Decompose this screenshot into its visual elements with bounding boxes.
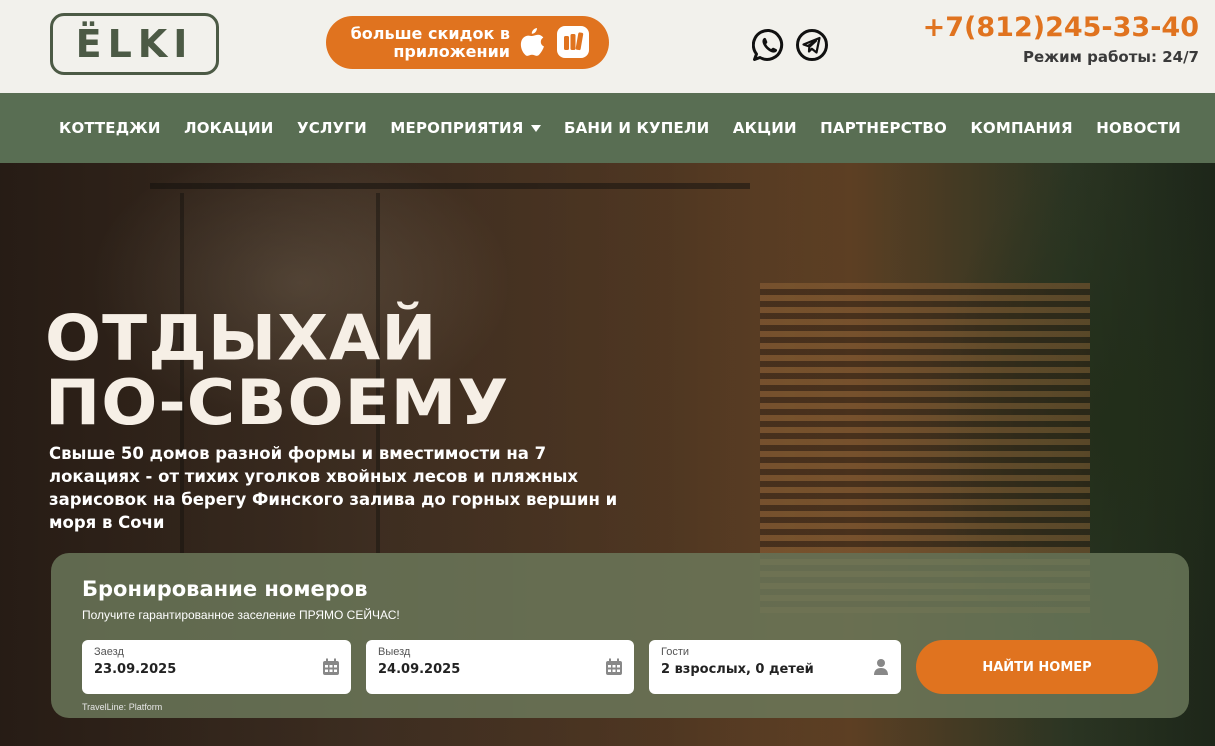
hero-section: ОТДЫХАЙ ПО-СВОЕМУ Свыше 50 домов разной … — [0, 163, 1215, 746]
checkout-field[interactable]: Выезд 24.09.2025 — [366, 640, 634, 694]
logo-text: ЁLKI — [75, 22, 194, 66]
main-nav: КОТТЕДЖИ ЛОКАЦИИ УСЛУГИ МЕРОПРИЯТИЯ БАНИ… — [0, 93, 1215, 163]
calendar-icon[interactable] — [321, 657, 341, 677]
app-promo-line2: приложении — [393, 41, 510, 61]
nav-label: НОВОСТИ — [1096, 119, 1181, 137]
logo[interactable]: ЁLKI — [50, 13, 219, 75]
checkin-label: Заезд — [94, 646, 124, 658]
hero-title-line2: ПО-СВОЕМУ — [45, 366, 510, 440]
nav-label: КОМПАНИЯ — [970, 119, 1073, 137]
hero-title-line1: ОТДЫХАЙ — [45, 301, 438, 375]
checkout-value: 24.09.2025 — [378, 662, 461, 677]
site-header: ЁLKI больше скидок в приложении +7(812)2… — [0, 0, 1215, 93]
nav-item-cottages[interactable]: КОТТЕДЖИ — [59, 119, 161, 137]
nav-item-locations[interactable]: ЛОКАЦИИ — [184, 119, 274, 137]
app-promo-text: больше скидок в приложении — [350, 23, 510, 61]
guests-value: 2 взрослых, 0 детей — [661, 662, 814, 677]
nav-label: МЕРОПРИЯТИЯ — [390, 119, 524, 137]
nav-item-events[interactable]: МЕРОПРИЯТИЯ — [390, 119, 541, 137]
nav-label: УСЛУГИ — [297, 119, 367, 137]
telegram-icon[interactable] — [795, 28, 829, 62]
hero-title: ОТДЫХАЙ ПО-СВОЕМУ — [45, 306, 509, 435]
checkin-value: 23.09.2025 — [94, 662, 177, 677]
nav-item-services[interactable]: УСЛУГИ — [297, 119, 367, 137]
nav-label: ЛОКАЦИИ — [184, 119, 274, 137]
nav-item-news[interactable]: НОВОСТИ — [1096, 119, 1181, 137]
nav-label: БАНИ И КУПЕЛИ — [563, 119, 710, 137]
nav-label: КОТТЕДЖИ — [59, 119, 161, 137]
nav-item-promotions[interactable]: АКЦИИ — [733, 119, 797, 137]
app-promo-line1: больше скидок в — [350, 23, 510, 43]
booking-title: Бронирование номеров — [82, 577, 368, 601]
app-store-icon[interactable] — [557, 26, 589, 58]
working-hours: Режим работы: 24/7 — [1023, 48, 1199, 66]
booking-widget: Бронирование номеров Получите гарантиров… — [51, 553, 1189, 718]
phone-number[interactable]: +7(812)245-33-40 — [923, 12, 1199, 43]
powered-by[interactable]: TravelLine: Platform — [82, 702, 162, 712]
calendar-icon[interactable] — [604, 657, 624, 677]
search-room-button[interactable]: НАЙТИ НОМЕР — [916, 640, 1158, 694]
checkin-field[interactable]: Заезд 23.09.2025 — [82, 640, 351, 694]
whatsapp-icon[interactable] — [752, 28, 786, 62]
apple-icon[interactable] — [517, 26, 547, 58]
app-promo-button[interactable]: больше скидок в приложении — [326, 16, 609, 69]
hero-subtitle: Свыше 50 домов разной формы и вместимост… — [49, 444, 618, 532]
nav-item-baths[interactable]: БАНИ И КУПЕЛИ — [564, 119, 709, 137]
user-icon — [874, 659, 888, 675]
booking-subtitle: Получите гарантированное заселение ПРЯМО… — [82, 608, 400, 622]
app-store-glyph-icon — [564, 32, 584, 51]
nav-label: АКЦИИ — [732, 119, 797, 137]
chevron-down-icon — [530, 124, 541, 132]
guests-field[interactable]: Гости 2 взрослых, 0 детей — [649, 640, 901, 694]
nav-item-partnership[interactable]: ПАРТНЕРСТВО — [820, 119, 947, 137]
nav-label: ПАРТНЕРСТВО — [820, 119, 947, 137]
checkout-label: Выезд — [378, 646, 411, 658]
nav-item-company[interactable]: КОМПАНИЯ — [970, 119, 1072, 137]
guests-label: Гости — [661, 646, 690, 658]
